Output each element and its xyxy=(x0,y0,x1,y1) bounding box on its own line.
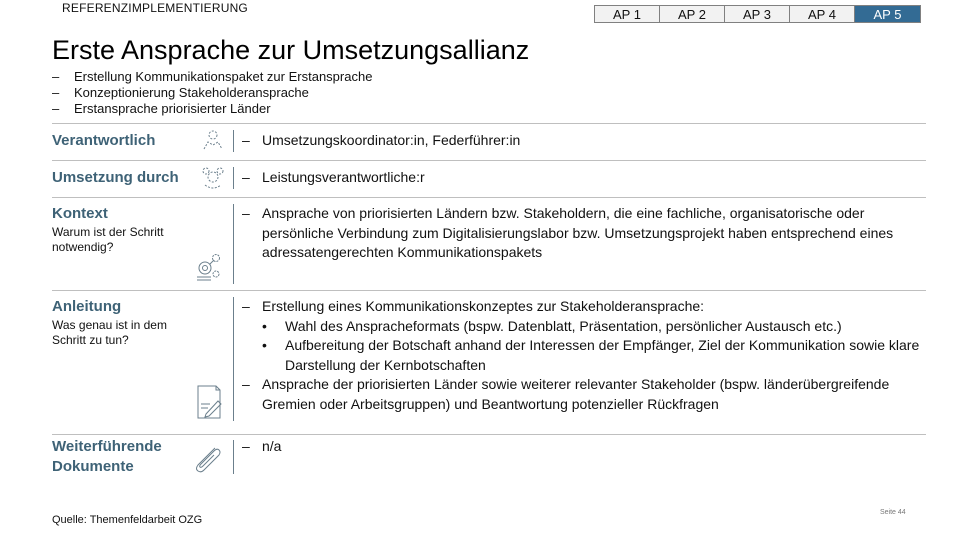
row-sublabel-kontext: Warum ist der Schritt notwendig? xyxy=(52,225,164,254)
team-icon xyxy=(201,165,225,191)
tab-ap-4[interactable]: AP 4 xyxy=(790,6,855,22)
row-label-kontext: Kontext xyxy=(52,205,108,222)
row-content-verantwortlich: Umsetzungskoordinator:in, Federführer:in xyxy=(242,131,520,151)
row-sublabel-anleitung: Was genau ist in dem Schritt zu tun? xyxy=(52,318,167,347)
row-content-umsetzung: Leistungsverantwortliche:r xyxy=(242,168,425,188)
row-label-anleitung: Anleitung xyxy=(52,298,122,315)
row-content-kontext: Ansprache von priorisierten Ländern bzw.… xyxy=(242,204,932,263)
row-separator xyxy=(233,167,234,189)
intro-list: Erstellung Kommunikationspaket zur Ersta… xyxy=(52,69,372,117)
gears-icon xyxy=(196,252,222,282)
person-icon xyxy=(201,128,225,152)
row-label-umsetzung: Umsetzung durch xyxy=(52,169,179,186)
page-number: Seite 44 xyxy=(880,509,906,516)
divider xyxy=(52,290,926,291)
row-content-dokumente: n/a xyxy=(242,437,281,457)
intro-item: Erstellung Kommunikationspaket zur Ersta… xyxy=(52,69,372,85)
divider xyxy=(52,160,926,161)
tab-ap-2[interactable]: AP 2 xyxy=(660,6,725,22)
row-label-dokumente: Weiterführende Dokumente xyxy=(52,438,162,475)
tab-ap-1[interactable]: AP 1 xyxy=(595,6,660,22)
document-edit-icon xyxy=(196,384,224,420)
ap-tabs: AP 1 AP 2 AP 3 AP 4 AP 5 xyxy=(594,5,921,23)
section-label: REFERENZIMPLEMENTIERUNG xyxy=(62,1,248,15)
source-note: Quelle: Themenfeldarbeit OZG xyxy=(52,514,203,526)
divider xyxy=(52,123,926,124)
row-content-anleitung: Erstellung eines Kommunikationskonzeptes… xyxy=(242,297,932,414)
page-title: Erste Ansprache zur Umsetzungsallianz xyxy=(52,35,530,65)
intro-item: Konzeptionierung Stakeholderansprache xyxy=(52,85,372,101)
row-label-verantwortlich: Verantwortlich xyxy=(52,132,156,149)
row-separator xyxy=(233,440,234,474)
paperclip-icon xyxy=(191,444,221,474)
divider xyxy=(52,434,926,435)
row-separator xyxy=(233,204,234,284)
row-separator xyxy=(233,297,234,421)
divider xyxy=(52,197,926,198)
tab-ap-5[interactable]: AP 5 xyxy=(855,6,920,22)
row-separator xyxy=(233,130,234,152)
intro-item: Erstansprache priorisierter Länder xyxy=(52,101,372,117)
tab-ap-3[interactable]: AP 3 xyxy=(725,6,790,22)
